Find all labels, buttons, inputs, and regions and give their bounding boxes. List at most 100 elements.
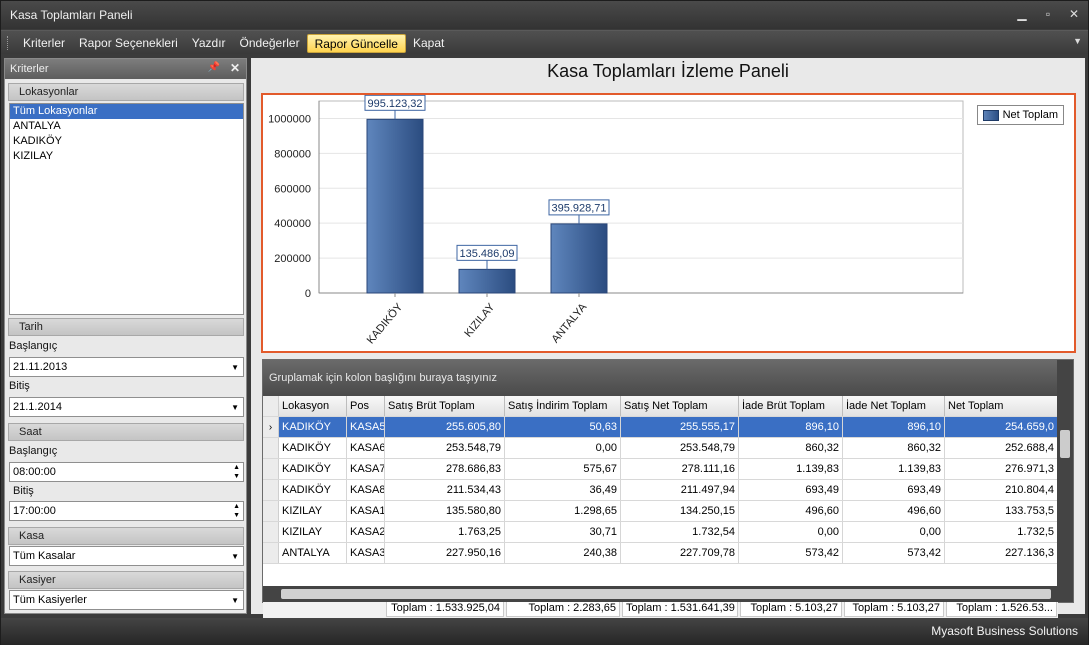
legend-label: Net Toplam: [1002, 109, 1058, 121]
list-item[interactable]: Tüm Lokasyonlar: [10, 104, 243, 119]
tarih-end-label: Bitiş: [9, 380, 30, 392]
table-cell: 693,49: [739, 480, 843, 500]
data-label: 135.486,09: [459, 248, 514, 260]
table-cell: 252.688,4: [945, 438, 1058, 458]
close-icon[interactable]: ✕: [1068, 7, 1080, 21]
row-indicator[interactable]: [263, 522, 279, 542]
saat-start-value: 08:00:00: [13, 466, 56, 478]
table-row[interactable]: › KADIKÖY KASA5 255.605,80 50,63 255.555,17 89…: [263, 417, 1058, 438]
dropdown-arrow-icon[interactable]: ▼: [231, 552, 239, 561]
table-row[interactable]: KIZILAY KASA2 1.763,25 30,71 1.732,54 0,00 0,0…: [263, 522, 1058, 543]
menu-item-yazdir[interactable]: Yazdır: [185, 34, 233, 53]
title-bar[interactable]: Kasa Toplamları Paneli ▁ ▫ ✕: [1, 1, 1088, 29]
column-header[interactable]: Net Toplam: [945, 396, 1058, 416]
table-cell: 1.732,54: [621, 522, 739, 542]
bar: [366, 118, 424, 294]
kasa-select[interactable]: Tüm Kasalar ▼: [9, 546, 244, 566]
legend-swatch: [982, 109, 999, 121]
menu-item-kapat[interactable]: Kapat: [406, 34, 451, 53]
table-cell: 227.950,16: [385, 543, 505, 563]
column-header[interactable]: Satış Brüt Toplam: [385, 396, 505, 416]
column-header[interactable]: Pos: [347, 396, 385, 416]
row-indicator[interactable]: [263, 501, 279, 521]
menu-item-rapor-guncelle[interactable]: Rapor Güncelle: [306, 34, 406, 53]
table-cell: 253.548,79: [385, 438, 505, 458]
chart-canvas: 0 200000 400000 600000 800000 1000000 995.123,…: [268, 95, 964, 346]
group-by-panel[interactable]: Gruplamak için kolon başlığını buraya ta…: [263, 360, 1073, 396]
table-cell: KASA1: [347, 501, 385, 521]
menu-item-rapor-secenekleri[interactable]: Rapor Seçenekleri: [72, 34, 185, 53]
vertical-scrollbar[interactable]: [1057, 360, 1073, 586]
table-cell: KADIKÖY: [279, 459, 347, 479]
column-header[interactable]: Satış Net Toplam: [621, 396, 739, 416]
table-row[interactable]: KADIKÖY KASA6 253.548,79 0,00 253.548,79 860,…: [263, 438, 1058, 459]
list-item[interactable]: KADIKÖY: [10, 134, 243, 149]
status-bar: Myasoft Business Solutions: [1, 618, 1088, 645]
table-cell: 0,00: [739, 522, 843, 542]
horizontal-scrollbar[interactable]: [263, 586, 1073, 602]
list-item[interactable]: ANTALYA: [10, 119, 243, 134]
y-tick-label: 200000: [274, 253, 311, 265]
table-row[interactable]: KADIKÖY KASA8 211.534,43 36,49 211.497,94 693…: [263, 480, 1058, 501]
table-row[interactable]: KADIKÖY KASA7 278.686,83 575,67 278.111,16 1.…: [263, 459, 1058, 480]
scroll-thumb[interactable]: [281, 589, 1051, 599]
menu-overflow-icon[interactable]: ▼: [1073, 36, 1082, 46]
table-cell: 211.497,94: [621, 480, 739, 500]
dropdown-arrow-icon[interactable]: ▼: [231, 403, 239, 412]
row-indicator[interactable]: [263, 459, 279, 479]
company-name: Myasoft Business Solutions: [931, 624, 1078, 638]
table-cell: 1.139,83: [843, 459, 945, 479]
table-cell: KADIKÖY: [279, 480, 347, 500]
chart-legend: Net Toplam: [976, 105, 1064, 125]
table-cell: 860,32: [739, 438, 843, 458]
close-panel-icon[interactable]: ✕: [230, 61, 240, 75]
row-indicator[interactable]: [263, 480, 279, 500]
row-indicator[interactable]: [263, 438, 279, 458]
saat-start-field[interactable]: 08:00:00 ▲ ▼: [9, 462, 244, 482]
spin-arrows-icon[interactable]: ▲ ▼: [233, 502, 240, 520]
column-header[interactable]: Lokasyon: [279, 396, 347, 416]
dropdown-arrow-icon[interactable]: ▼: [231, 596, 239, 605]
table-cell: 255.555,17: [621, 417, 739, 437]
column-header[interactable]: Satış İndirim Toplam: [505, 396, 621, 416]
table-cell: ANTALYA: [279, 543, 347, 563]
lokasyon-listbox[interactable]: Tüm Lokasyonlar ANTALYA KADIKÖY KIZILAY: [9, 103, 244, 315]
row-indicator[interactable]: ›: [263, 417, 279, 437]
kasa-header: Kasa: [8, 527, 244, 545]
spin-arrows-icon[interactable]: ▲ ▼: [233, 463, 240, 481]
dropdown-arrow-icon[interactable]: ▼: [231, 363, 239, 372]
saat-end-field[interactable]: 17:00:00 ▲ ▼: [9, 501, 244, 521]
grid-header-row: Lokasyon Pos Satış Brüt Toplam Satış İndiri…: [263, 396, 1058, 417]
menu-item-ondegerler[interactable]: Öndeğerler: [233, 34, 307, 53]
row-indicator[interactable]: [263, 543, 279, 563]
table-cell: 211.534,43: [385, 480, 505, 500]
table-cell: 1.763,25: [385, 522, 505, 542]
x-tick-label: ANTALYA: [549, 301, 589, 346]
table-cell: 276.971,3: [945, 459, 1058, 479]
bar: [550, 223, 608, 294]
scroll-thumb[interactable]: [1060, 430, 1070, 458]
pin-icon[interactable]: 📌: [208, 62, 220, 73]
criteria-panel: Kriterler 📌 ✕ Lokasyonlar Tüm Lokasyonla…: [4, 58, 247, 614]
kasiyer-select[interactable]: Tüm Kasiyerler ▼: [9, 590, 244, 610]
table-row[interactable]: ANTALYA KASA3 227.950,16 240,38 227.709,78 57…: [263, 543, 1058, 564]
y-tick-label: 400000: [274, 218, 311, 230]
table-cell: KASA3: [347, 543, 385, 563]
table-row[interactable]: KIZILAY KASA1 135.580,80 1.298,65 134.250,15…: [263, 501, 1058, 522]
table-cell: KIZILAY: [279, 522, 347, 542]
column-header[interactable]: İade Net Toplam: [843, 396, 945, 416]
column-header[interactable]: İade Brüt Toplam: [739, 396, 843, 416]
list-item[interactable]: KIZILAY: [10, 149, 243, 164]
table-cell: KASA5: [347, 417, 385, 437]
menu-bar: Kriterler Rapor Seçenekleri Yazdır Öndeğ…: [1, 30, 1088, 54]
table-cell: KASA7: [347, 459, 385, 479]
maximize-icon[interactable]: ▫: [1042, 7, 1054, 21]
tarih-end-value: 21.1.2014: [13, 401, 62, 413]
tarih-start-field[interactable]: 21.11.2013 ▼: [9, 357, 244, 377]
tarih-end-field[interactable]: 21.1.2014 ▼: [9, 397, 244, 417]
row-indicator: [263, 396, 279, 416]
menu-item-kriterler[interactable]: Kriterler: [16, 34, 72, 53]
table-cell: 278.686,83: [385, 459, 505, 479]
kasiyer-value: Tüm Kasiyerler: [13, 594, 87, 606]
minimize-icon[interactable]: ▁: [1016, 7, 1028, 21]
